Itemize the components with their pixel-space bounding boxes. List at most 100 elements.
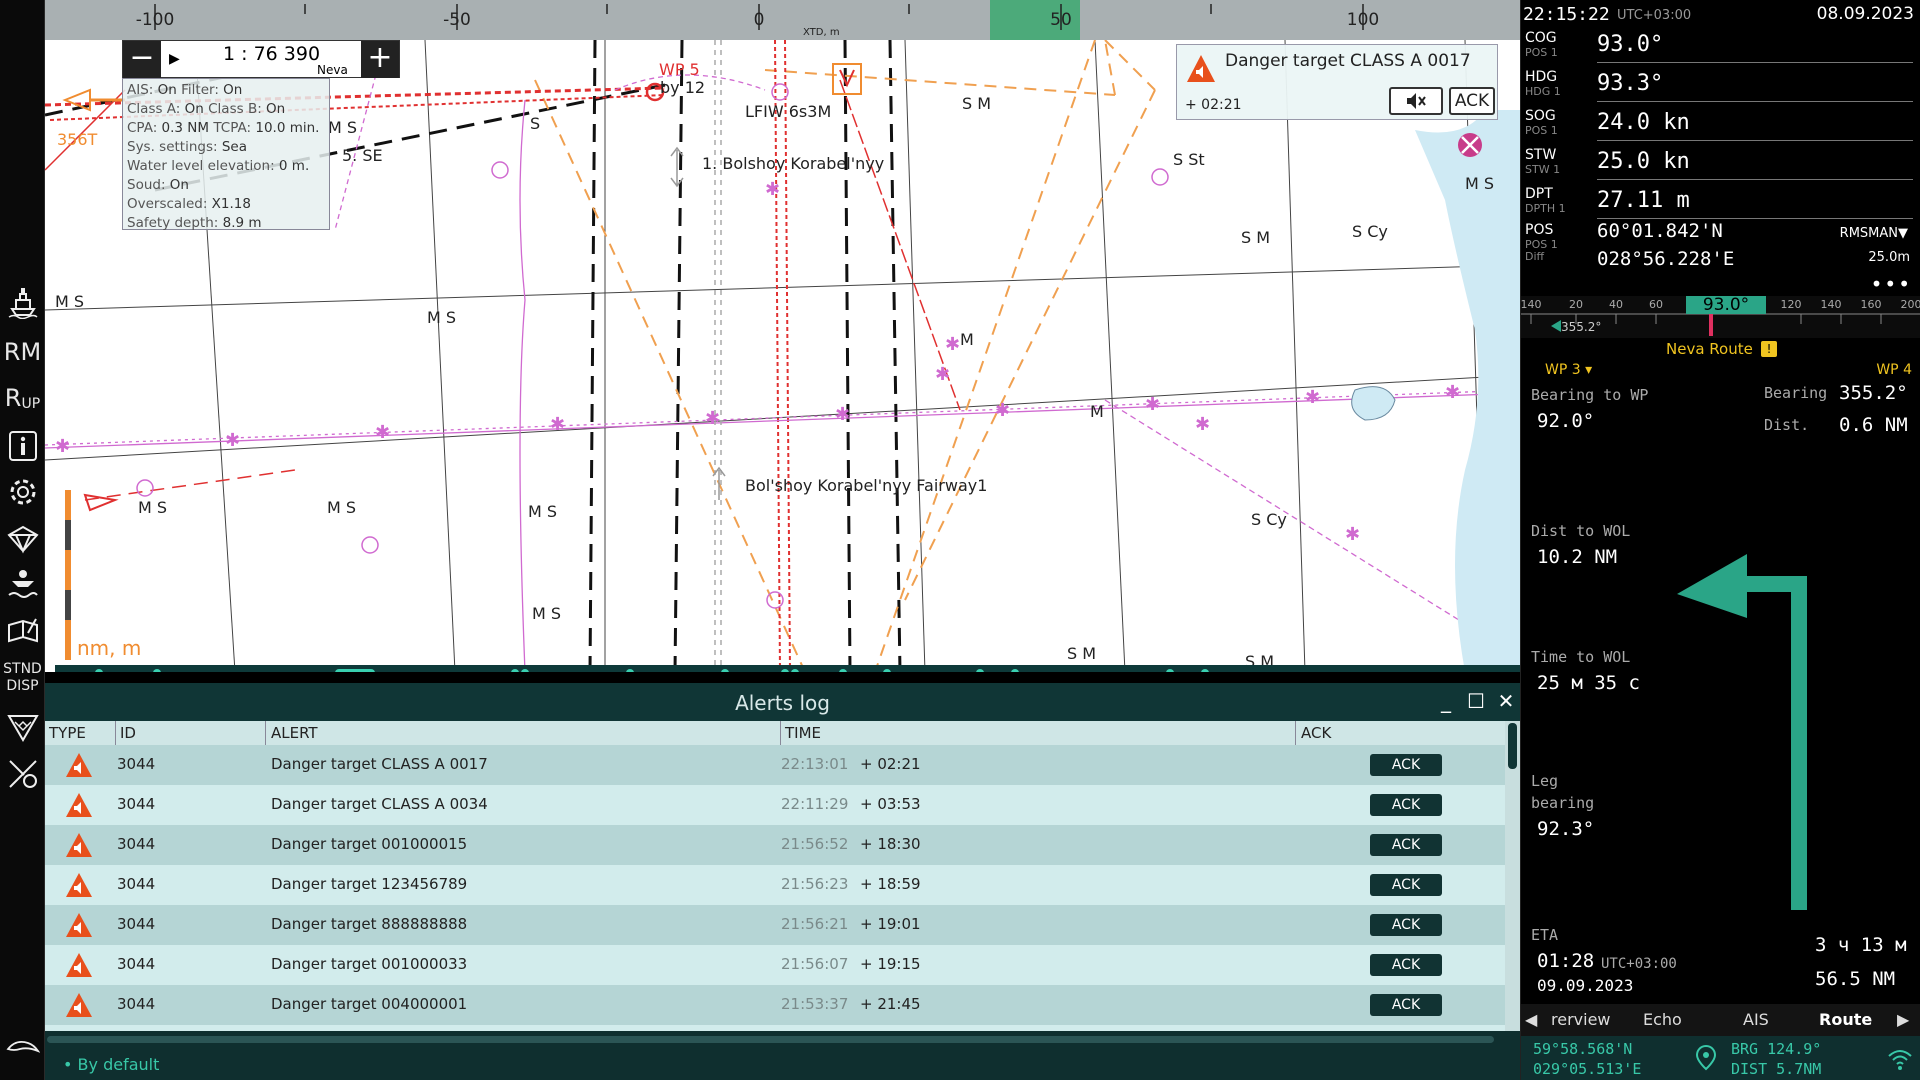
eta-distance: 56.5 NM [1815, 968, 1896, 990]
info-sound-line: Soud: On [127, 177, 189, 193]
alert-row[interactable]: 3044 Danger target 888888888 21:56:21 + 19:… [45, 905, 1505, 945]
alerts-horizontal-scrollbar[interactable] [47, 1036, 1494, 1043]
svg-text:✱: ✱ [835, 404, 850, 425]
sog-row[interactable]: SOG POS 1 24.0 kn [1521, 108, 1920, 146]
ms-label: M S [1465, 174, 1495, 193]
tab-route[interactable]: Route [1819, 1010, 1872, 1029]
light-label: LFIW 6s3M [745, 102, 832, 121]
scroll-thumb[interactable] [1508, 723, 1517, 769]
alert-ack-button[interactable]: ACK [1370, 794, 1442, 816]
cog-row[interactable]: COG POS 1 93.0° [1521, 30, 1920, 68]
pos-latitude[interactable]: 60°01.842'N [1597, 220, 1723, 242]
alert-id: 3044 [117, 835, 156, 853]
display-mode-status[interactable]: • By default [63, 1055, 159, 1074]
alert-row[interactable]: 3044 Danger target 001000033 21:56:07 + 19:… [45, 945, 1505, 985]
tab-scroll-right-icon[interactable]: ▶ [1897, 1010, 1909, 1029]
alert-row[interactable]: 3044 Danger target CLASS A 0034 22:11:29 + … [45, 785, 1505, 825]
close-button[interactable]: ✕ [1495, 691, 1517, 713]
route-info-icon[interactable]: ! [1761, 341, 1777, 357]
alert-ack-button[interactable]: ACK [1370, 874, 1442, 896]
alert-row[interactable]: 3044 Danger target 001000015 21:56:52 + 18:… [45, 825, 1505, 865]
svg-text:✱: ✱ [1305, 387, 1320, 408]
m-label: M [960, 330, 974, 349]
alert-ack-button[interactable]: ACK [1370, 914, 1442, 936]
alert-ack-button[interactable]: ACK [1370, 754, 1442, 776]
eta-timezone: UTC+03:00 [1601, 956, 1677, 972]
alert-ack-button[interactable]: ACK [1370, 834, 1442, 856]
info-icon[interactable] [0, 424, 45, 468]
alerts-title-bar[interactable]: Alerts log _ ☐ ✕ [45, 683, 1520, 721]
info-safety-line: Safety depth: 8.9 m [127, 215, 262, 231]
time-wol-value: 25 м 35 с [1537, 672, 1640, 694]
zoom-in-button[interactable]: + [361, 41, 399, 78]
man-overboard-icon[interactable] [0, 562, 45, 606]
wp-from-selector[interactable]: WP 3 ▾ [1545, 362, 1592, 378]
info-sys-line: Sys. settings: Sea [127, 139, 248, 155]
zoom-out-button[interactable]: − [123, 41, 161, 78]
alert-row[interactable]: 3044 Danger target 004000001 21:53:37 + 21:… [45, 985, 1505, 1025]
stw-row[interactable]: STW STW 1 25.0 kn [1521, 147, 1920, 185]
panel-tabs: ◀ rerview Echo AIS Route ▶ [1521, 1004, 1920, 1036]
header-alert[interactable]: ALERT [271, 724, 318, 742]
stw-value: 25.0 kn [1597, 149, 1690, 174]
rup-button[interactable]: R UP [0, 376, 45, 420]
scale-play-icon[interactable]: ▶ [169, 51, 180, 67]
alert-text: Danger target 123456789 [271, 875, 468, 893]
route-name[interactable]: Neva Route [1666, 340, 1753, 358]
header-id[interactable]: ID [120, 724, 136, 742]
measure-tools-icon[interactable] [0, 752, 45, 796]
alert-row[interactable]: 3044Danger target 00500000121:53:34+ 21:… [45, 1025, 1505, 1031]
alert-row[interactable]: 3044 Danger target CLASS A 0017 22:13:01 + … [45, 745, 1505, 785]
svg-text:✱: ✱ [550, 414, 565, 435]
alert-elapsed: + 18:59 [860, 875, 921, 893]
settings-gear-icon[interactable] [0, 470, 45, 514]
mute-sound-button[interactable] [1389, 87, 1443, 115]
alert-id: 3044 [117, 955, 156, 973]
layers-icon[interactable] [0, 516, 45, 560]
stnd-disp-button[interactable]: STND DISP [0, 656, 45, 700]
alert-ack-button[interactable]: ACK [1370, 954, 1442, 976]
dpt-row[interactable]: DPT DPTH 1 27.11 m [1521, 186, 1920, 224]
tab-echo[interactable]: Echo [1643, 1010, 1682, 1029]
header-time[interactable]: TIME [785, 724, 821, 742]
svg-text:✱: ✱ [765, 179, 780, 200]
xtd-unit: XTD, m [803, 27, 840, 38]
chart-timeline-slider[interactable] [55, 665, 1520, 672]
alert-ack-button[interactable]: ACK [1370, 994, 1442, 1016]
tab-ais[interactable]: AIS [1743, 1010, 1769, 1029]
header-type[interactable]: TYPE [49, 724, 86, 742]
tab-overview[interactable]: rerview [1551, 1010, 1611, 1029]
route-header: Neva Route ! [1521, 338, 1920, 360]
wave-icon[interactable] [0, 1020, 45, 1064]
rm-button[interactable]: RM [0, 330, 45, 374]
dpt-value: 27.11 m [1597, 188, 1690, 213]
time-wol-label: Time to WOL [1531, 648, 1631, 666]
ms-label: M S [55, 292, 85, 311]
tab-scroll-left-icon[interactable]: ◀ [1525, 1010, 1537, 1029]
svg-text:✱: ✱ [55, 436, 70, 457]
popup-ack-button[interactable]: ACK [1449, 87, 1495, 115]
bolshoy-label: 1. Bolshoy Korabel'nyy [702, 154, 885, 173]
hdg-row[interactable]: HDG HDG 1 93.3° [1521, 69, 1920, 107]
ship-icon[interactable] [0, 280, 45, 324]
rms-dropdown[interactable]: RMSMAN▼ [1840, 226, 1908, 241]
more-options-icon[interactable]: ••• [1871, 272, 1912, 296]
danger-alert-popup[interactable]: Danger target CLASS A 0017 + 02:21 ACK [1176, 44, 1498, 120]
ms-label: M S [138, 498, 168, 517]
danger-alarm-icon [66, 993, 92, 1017]
sm-label: S M [1067, 644, 1097, 663]
alert-row[interactable]: 3044 Danger target 123456789 21:56:23 + 18:… [45, 865, 1505, 905]
maximize-button[interactable]: ☐ [1465, 691, 1487, 713]
scale-value[interactable]: 1 : 76 390 [223, 43, 320, 65]
ms-label: M S [327, 498, 357, 517]
sm-label: S M [962, 94, 992, 113]
alerts-vertical-scrollbar[interactable] [1505, 721, 1520, 1031]
pos-longitude[interactable]: 028°56.228'E [1597, 248, 1734, 270]
header-ack[interactable]: ACK [1301, 724, 1331, 742]
current-date: 08.09.2023 [1816, 4, 1914, 24]
filter-triangle-icon[interactable] [0, 705, 45, 749]
logbook-icon[interactable] [0, 610, 45, 654]
connection-status-icon[interactable] [1885, 1044, 1915, 1074]
minimize-button[interactable]: _ [1435, 691, 1457, 713]
cursor-distance: DIST 5.7NM [1731, 1060, 1822, 1078]
